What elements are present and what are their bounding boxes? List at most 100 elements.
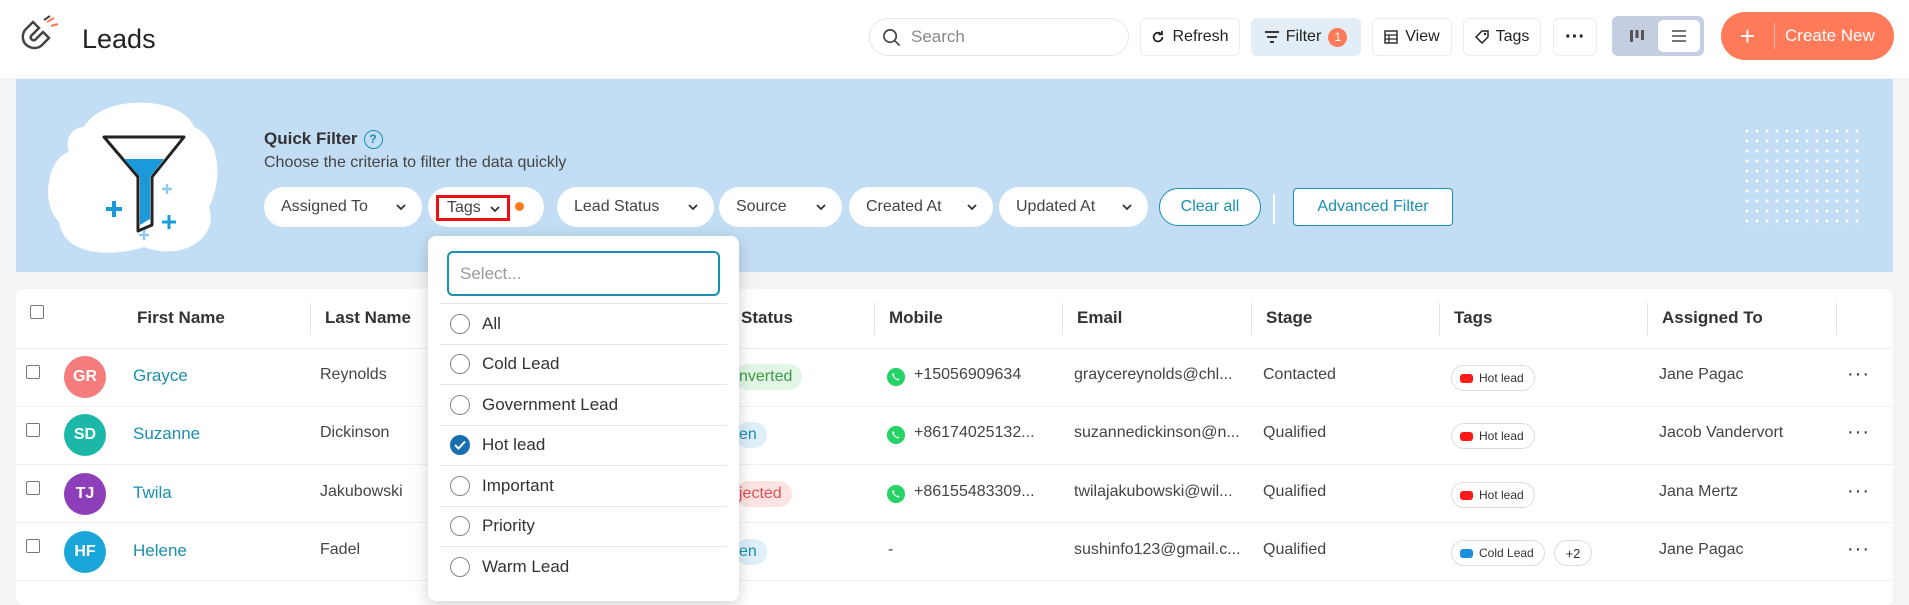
radio-icon[interactable] xyxy=(450,556,470,577)
assigned-to-cell: Jacob Vandervort xyxy=(1659,424,1784,441)
first-name-link[interactable]: Twila xyxy=(133,483,172,503)
column-header-tags[interactable]: Tags xyxy=(1454,308,1492,328)
whatsapp-icon[interactable] xyxy=(887,368,905,386)
status-badge: en xyxy=(735,539,767,565)
more-tags-badge[interactable]: +2 xyxy=(1554,540,1592,566)
list-view-toggle[interactable] xyxy=(1658,20,1700,52)
lead-status-filter[interactable]: Lead Status xyxy=(557,187,714,227)
select-all-checkbox[interactable] xyxy=(30,305,44,319)
row-checkbox[interactable] xyxy=(26,423,40,437)
radio-icon[interactable] xyxy=(450,475,470,496)
column-divider xyxy=(1439,303,1440,335)
checked-radio-icon[interactable] xyxy=(450,435,470,455)
avatar: SD xyxy=(64,414,106,456)
column-divider xyxy=(1062,303,1063,335)
radio-icon[interactable] xyxy=(450,516,470,536)
chevron-down-icon xyxy=(396,204,406,211)
tag-option[interactable]: Important xyxy=(440,465,727,505)
tag-option[interactable]: Warm Lead xyxy=(440,546,727,586)
filter-icon xyxy=(1264,31,1279,43)
email-cell: twilajakubowski@wil... xyxy=(1074,483,1233,500)
filter-divider xyxy=(1273,194,1275,224)
row-checkbox[interactable] xyxy=(26,481,40,495)
tag-label: Hot lead xyxy=(1479,371,1524,385)
create-new-label: Create New xyxy=(1785,26,1875,45)
row-more-icon[interactable]: ··· xyxy=(1847,421,1870,444)
whatsapp-icon[interactable] xyxy=(887,485,905,503)
column-header-assigned-to[interactable]: Assigned To xyxy=(1662,308,1763,328)
tags-filter-text: Tags xyxy=(447,199,481,216)
assigned-to-filter[interactable]: Assigned To xyxy=(264,187,422,227)
radio-icon[interactable] xyxy=(450,354,470,374)
created-at-filter[interactable]: Created At xyxy=(849,187,993,227)
column-header-stage[interactable]: Stage xyxy=(1266,308,1312,328)
refresh-button[interactable]: Refresh xyxy=(1140,18,1240,56)
table-row[interactable]: HF Helene Fadel en - sushinfo123@gmail.c… xyxy=(16,523,1893,581)
more-icon: ··· xyxy=(1565,25,1585,48)
tags-filter-label[interactable]: Tags xyxy=(436,195,510,221)
search-input[interactable] xyxy=(911,27,1101,47)
table-row[interactable]: GR Grayce Reynolds nverted +15056909634 … xyxy=(16,349,1893,407)
column-divider xyxy=(310,303,311,335)
app-logo-icon xyxy=(21,15,59,50)
dots-decoration xyxy=(1742,126,1862,230)
view-button[interactable]: View xyxy=(1372,18,1452,56)
column-header-email[interactable]: Email xyxy=(1077,308,1122,328)
table-row[interactable]: TJ Twila Jakubowski jected +86155483309.… xyxy=(16,465,1893,523)
radio-icon[interactable] xyxy=(450,313,470,334)
row-more-icon[interactable]: ··· xyxy=(1847,538,1870,561)
lead-status-label: Lead Status xyxy=(574,198,660,215)
table-row[interactable]: SD Suzanne Dickinson en +86174025132... … xyxy=(16,407,1893,465)
row-more-icon[interactable]: ··· xyxy=(1847,480,1870,503)
whatsapp-icon[interactable] xyxy=(887,426,905,444)
kanban-view-toggle[interactable] xyxy=(1616,20,1658,52)
tag-icon xyxy=(1474,30,1489,44)
tag-color-icon xyxy=(1460,490,1473,500)
column-header-first-name[interactable]: First Name xyxy=(137,308,225,328)
tag-pill: Hot lead xyxy=(1451,482,1535,508)
view-label: View xyxy=(1405,28,1440,45)
filter-button[interactable]: Filter 1 xyxy=(1251,18,1361,56)
updated-at-filter[interactable]: Updated At xyxy=(999,187,1148,227)
create-new-button[interactable]: + Create New xyxy=(1721,12,1894,60)
tag-color-icon xyxy=(1460,548,1473,558)
more-button[interactable]: ··· xyxy=(1553,18,1597,56)
clear-all-button[interactable]: Clear all xyxy=(1159,188,1261,226)
tag-option[interactable]: Priority xyxy=(440,505,727,546)
radio-icon[interactable] xyxy=(450,394,470,415)
tags-button[interactable]: Tags xyxy=(1463,18,1541,56)
stage-cell: Qualified xyxy=(1263,424,1327,441)
leads-table: First Name Last Name Status Mobile Email… xyxy=(16,289,1893,605)
tag-option[interactable]: All xyxy=(440,303,727,343)
tag-option[interactable]: Cold Lead xyxy=(440,343,727,384)
first-name-link[interactable]: Suzanne xyxy=(133,424,200,444)
row-checkbox[interactable] xyxy=(26,365,40,379)
column-divider xyxy=(874,303,875,335)
tag-color-icon xyxy=(1460,431,1473,441)
advanced-filter-button[interactable]: Advanced Filter xyxy=(1293,188,1453,226)
first-name-link[interactable]: Grayce xyxy=(133,366,188,386)
tag-option-label: Government Lead xyxy=(482,394,619,414)
mobile-cell: +15056909634 xyxy=(914,366,1022,383)
mobile-cell: +86155483309... xyxy=(914,483,1035,500)
column-header-mobile[interactable]: Mobile xyxy=(889,308,943,328)
assigned-to-cell: Jana Mertz xyxy=(1659,483,1739,500)
kanban-icon xyxy=(1630,30,1644,42)
stage-cell: Qualified xyxy=(1263,541,1327,558)
first-name-link[interactable]: Helene xyxy=(133,541,187,561)
column-header-status[interactable]: Status xyxy=(741,308,793,328)
tag-option[interactable]: Hot lead xyxy=(440,424,727,465)
chevron-down-icon xyxy=(816,204,826,211)
source-filter[interactable]: Source xyxy=(719,187,842,227)
chevron-down-icon xyxy=(490,206,500,213)
column-divider xyxy=(1647,303,1648,335)
tags-select-input[interactable] xyxy=(447,251,720,296)
help-icon[interactable]: ? xyxy=(363,129,383,149)
tag-option[interactable]: Government Lead xyxy=(440,384,727,424)
column-header-last-name[interactable]: Last Name xyxy=(325,308,411,328)
refresh-icon xyxy=(1153,30,1164,43)
filter-count-badge: 1 xyxy=(1328,27,1348,47)
row-checkbox[interactable] xyxy=(26,539,40,553)
search-box[interactable] xyxy=(869,18,1129,56)
row-more-icon[interactable]: ··· xyxy=(1847,363,1870,386)
